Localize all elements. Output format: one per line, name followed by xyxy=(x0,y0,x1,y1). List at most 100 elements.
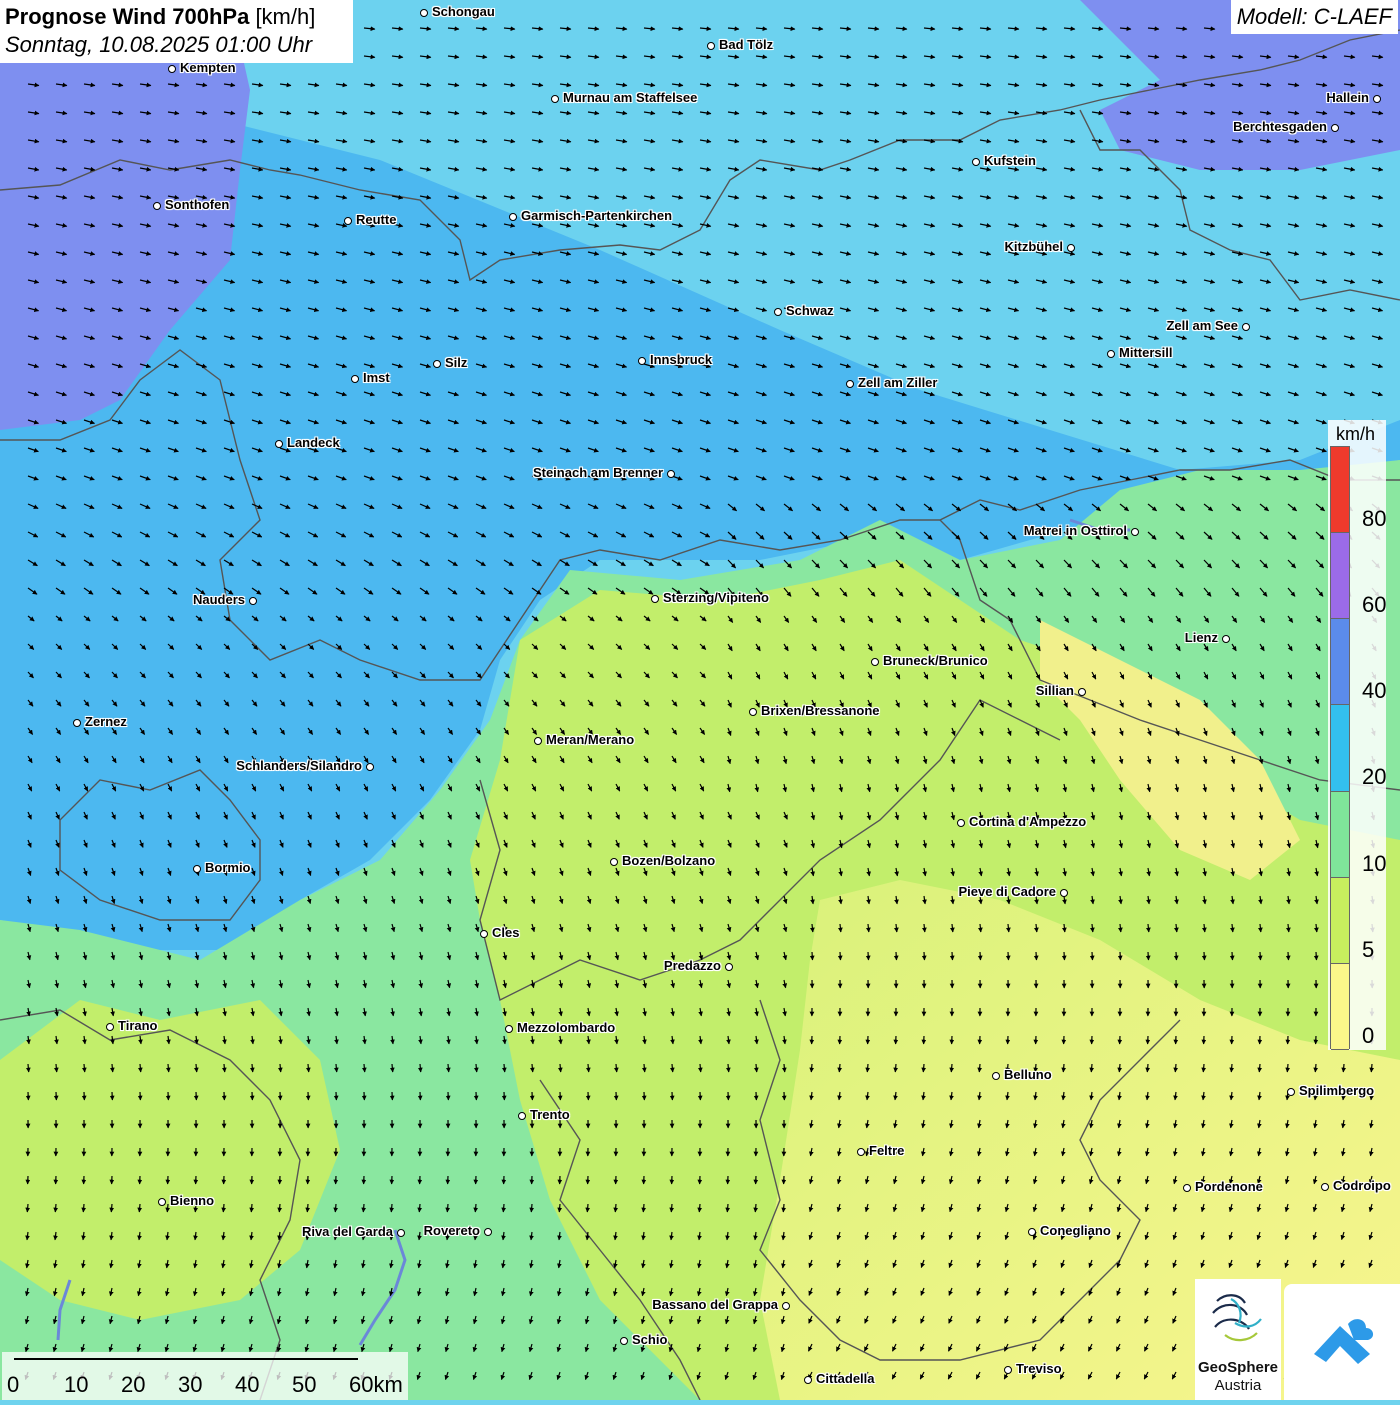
wind-arrow xyxy=(896,924,897,932)
legend-tick-label: 0 xyxy=(1362,1023,1374,1049)
legend-segment xyxy=(1331,533,1349,619)
legend-segment xyxy=(1331,619,1349,705)
wind-arrow xyxy=(1343,1064,1344,1072)
city-marker xyxy=(1321,1183,1329,1191)
city-marker xyxy=(344,217,352,225)
geosphere-logo-icon xyxy=(1195,1279,1281,1359)
wind-arrow xyxy=(196,1064,197,1072)
city-label: Pordenone xyxy=(1195,1179,1263,1194)
city-marker xyxy=(534,737,542,745)
wind-arrow xyxy=(1260,924,1261,932)
city-marker xyxy=(1373,95,1381,103)
city-marker xyxy=(275,440,283,448)
wind-arrow xyxy=(588,1064,589,1072)
wind-arrow xyxy=(867,1064,868,1072)
wind-arrow xyxy=(1232,952,1233,960)
city-marker xyxy=(397,1229,405,1237)
city-label: Conegliano xyxy=(1040,1223,1111,1238)
scale-label: 50 xyxy=(292,1372,316,1398)
city-label: Zernez xyxy=(85,714,127,729)
legend-tick-label: 40 xyxy=(1362,678,1386,704)
wind-arrow xyxy=(336,1064,337,1072)
wind-arrow xyxy=(1063,1064,1064,1072)
scale-bar: 0102030405060km xyxy=(2,1352,408,1400)
city-marker xyxy=(782,1302,790,1310)
wind-arrow xyxy=(700,1064,701,1072)
city-marker xyxy=(857,1148,865,1156)
wind-arrow xyxy=(1316,952,1317,960)
city-label: Imst xyxy=(363,370,390,385)
city-marker xyxy=(168,65,176,73)
wind-arrow xyxy=(55,1204,56,1212)
wind-arrow xyxy=(980,952,981,960)
scale-label: 30 xyxy=(178,1372,202,1398)
legend-segment xyxy=(1331,878,1349,964)
city-marker xyxy=(1107,350,1115,358)
city-label: Tirano xyxy=(118,1018,158,1033)
wind-arrow xyxy=(419,1204,420,1212)
city-marker xyxy=(610,858,618,866)
city-marker xyxy=(351,375,359,383)
city-marker xyxy=(480,930,488,938)
wind-arrow xyxy=(532,1064,533,1072)
wind-arrow xyxy=(1204,924,1205,932)
city-label: Pieve di Cadore xyxy=(958,884,1056,899)
city-marker xyxy=(749,708,757,716)
wind-arrow xyxy=(784,1064,785,1072)
app-logo xyxy=(1284,1284,1400,1400)
wind-arrow xyxy=(307,1204,308,1212)
city-label: Cles xyxy=(492,925,519,940)
wind-arrow xyxy=(587,1204,588,1212)
city-label: Schongau xyxy=(432,4,495,19)
city-marker xyxy=(420,9,428,17)
wind-arrow xyxy=(1120,924,1121,932)
city-label: Treviso xyxy=(1016,1361,1062,1376)
city-label: Bozen/Bolzano xyxy=(622,853,715,868)
legend-segment xyxy=(1331,705,1349,791)
scale-label: 10 xyxy=(64,1372,88,1398)
city-label: Predazzo xyxy=(664,958,721,973)
wind-arrow xyxy=(812,952,813,960)
city-marker xyxy=(972,158,980,166)
wind-arrow xyxy=(1232,924,1233,932)
scale-label: 0 xyxy=(7,1372,19,1398)
city-marker xyxy=(1183,1184,1191,1192)
city-marker xyxy=(158,1198,166,1206)
app-logo-icon xyxy=(1284,1284,1400,1400)
wind-arrow xyxy=(363,1204,364,1212)
legend-tick-label: 5 xyxy=(1362,937,1374,963)
city-label: Mittersill xyxy=(1119,345,1172,360)
city-label: Innsbruck xyxy=(650,352,712,367)
wind-arrow xyxy=(252,1064,253,1072)
wind-arrow xyxy=(391,1204,392,1212)
city-label: Schlanders/Silandro xyxy=(236,758,362,773)
legend-segment xyxy=(1331,447,1349,533)
wind-arrow xyxy=(979,1064,980,1072)
legend-tick-label: 60 xyxy=(1362,592,1386,618)
wind-arrow xyxy=(448,1064,449,1072)
city-label: Garmisch-Partenkirchen xyxy=(521,208,672,223)
city-marker xyxy=(1004,1366,1012,1374)
wind-arrow xyxy=(475,1204,476,1212)
wind-arrow xyxy=(27,1204,28,1212)
wind-arrow xyxy=(868,924,869,932)
wind-arrow xyxy=(924,952,925,960)
wind-arrow xyxy=(56,1064,57,1072)
city-label: Bormio xyxy=(205,860,251,875)
wind-arrow xyxy=(364,1064,365,1072)
legend-segment xyxy=(1331,964,1349,1050)
city-marker xyxy=(638,357,646,365)
wind-arrow xyxy=(1204,952,1205,960)
wind-arrow xyxy=(811,1064,812,1072)
wind-arrow xyxy=(1148,952,1149,960)
city-marker xyxy=(1060,889,1068,897)
wind-arrow xyxy=(616,1064,617,1072)
wind-arrow xyxy=(139,1204,140,1212)
city-label: Riva del Garda xyxy=(302,1224,393,1239)
wind-arrow xyxy=(895,1064,896,1072)
city-label: Kufstein xyxy=(984,153,1036,168)
logo-text-geosphere: GeoSphere xyxy=(1195,1359,1281,1376)
city-label: Sillian xyxy=(1036,683,1074,698)
city-marker xyxy=(106,1023,114,1031)
city-label: Cortina d'Ampezzo xyxy=(969,814,1086,829)
